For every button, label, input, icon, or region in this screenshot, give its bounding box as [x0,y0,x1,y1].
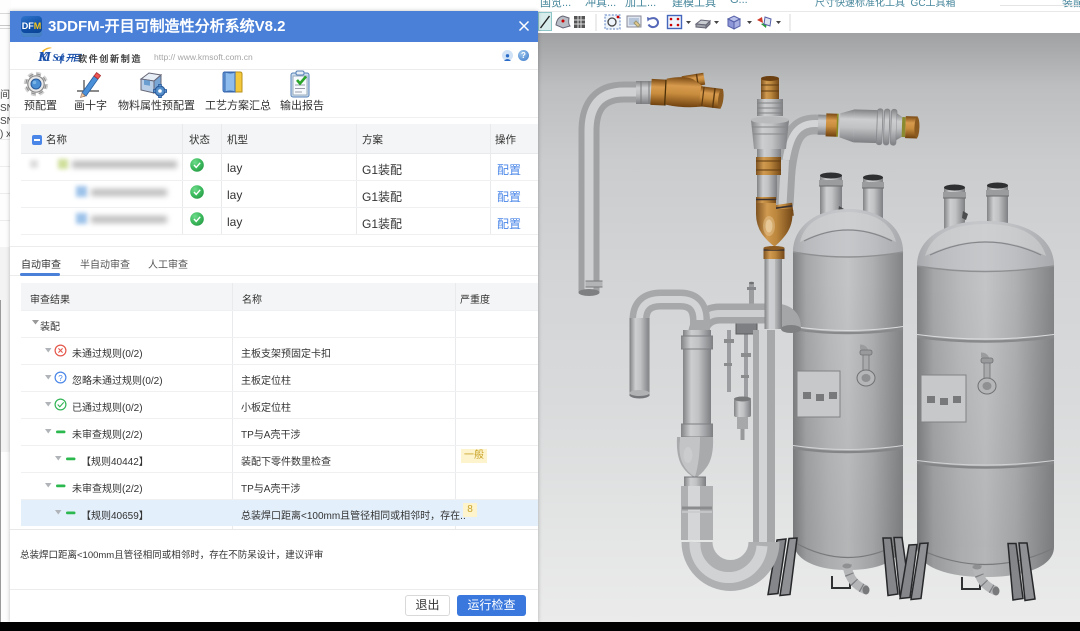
svg-text:KM: KM [37,50,52,65]
svg-text:Soft: Soft [53,53,66,64]
svg-text:?: ? [58,374,63,383]
